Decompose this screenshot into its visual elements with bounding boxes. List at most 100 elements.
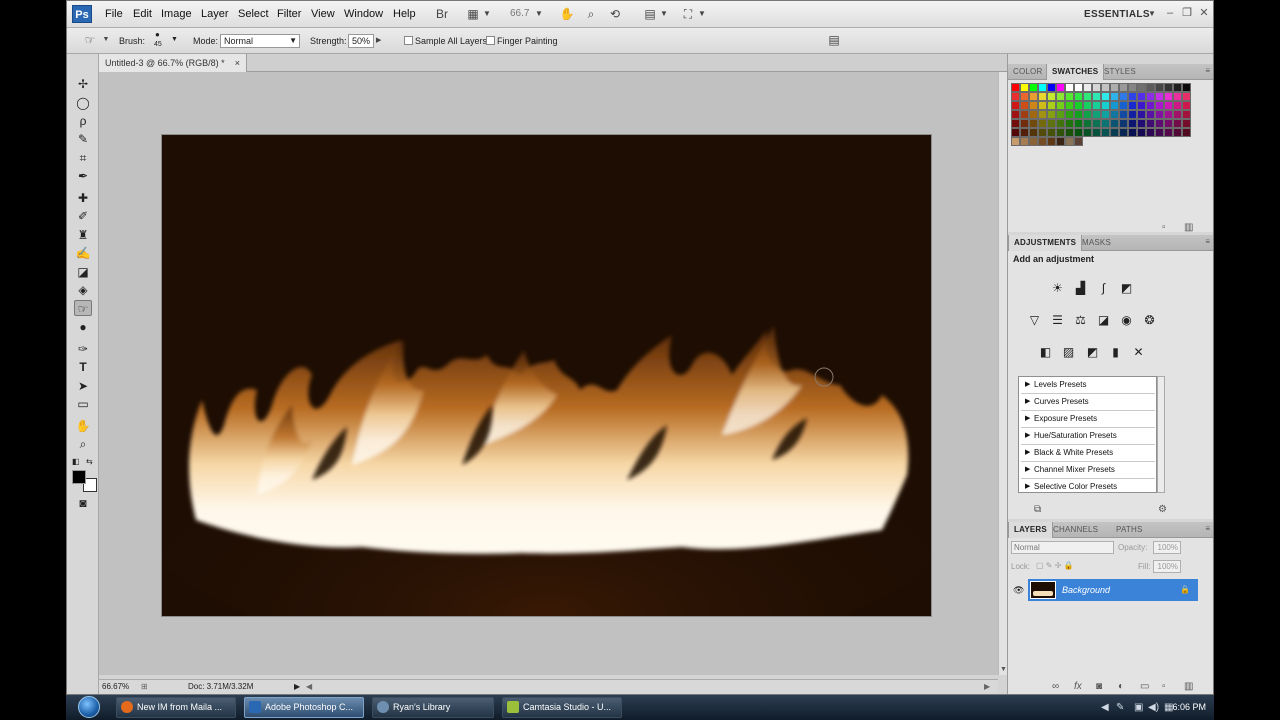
lasso-tool-icon[interactable]: ρ: [74, 113, 92, 129]
quick-mask-icon[interactable]: ◙: [74, 495, 92, 511]
foreground-color-swatch[interactable]: [72, 470, 86, 484]
menu-layer[interactable]: Layer: [201, 8, 229, 20]
chevron-down-icon[interactable]: ▼: [655, 6, 673, 22]
marquee-tool-icon[interactable]: ◯: [74, 95, 92, 111]
color-swatch[interactable]: [1065, 92, 1074, 101]
color-swatch[interactable]: [1065, 119, 1074, 128]
color-swatch[interactable]: [1065, 110, 1074, 119]
color-swatch[interactable]: [1047, 92, 1056, 101]
status-zoom[interactable]: 66.67%: [102, 680, 129, 694]
color-swatch[interactable]: [1074, 128, 1083, 137]
color-swatch[interactable]: [1074, 101, 1083, 110]
color-swatch[interactable]: [1029, 110, 1038, 119]
adjustment-options-icon[interactable]: ⚙: [1158, 504, 1167, 515]
expand-arrow-icon[interactable]: ▶: [1025, 462, 1030, 478]
list-item[interactable]: ▶ Channel Mixer Presets: [1021, 462, 1155, 479]
taskbar-item-photoshop[interactable]: Adobe Photoshop C...: [244, 697, 364, 718]
taskbar-item-library[interactable]: Ryan's Library: [372, 697, 494, 718]
color-swatch[interactable]: [1011, 128, 1020, 137]
color-balance-icon[interactable]: ⚖: [1072, 312, 1089, 329]
taskbar-item-camtasia[interactable]: Camtasia Studio - U...: [502, 697, 622, 718]
color-swatch[interactable]: [1137, 92, 1146, 101]
presets-scrollbar[interactable]: [1157, 376, 1165, 493]
color-swatch[interactable]: [1128, 83, 1137, 92]
restore-icon[interactable]: ❐: [1180, 6, 1194, 20]
color-swatch[interactable]: [1155, 119, 1164, 128]
tab-paths[interactable]: PATHS: [1111, 522, 1147, 538]
color-swatch[interactable]: [1074, 110, 1083, 119]
new-swatch-icon[interactable]: ▫: [1162, 222, 1166, 233]
color-swatch[interactable]: [1092, 83, 1101, 92]
move-tool-icon[interactable]: ✢: [74, 76, 92, 92]
network-icon[interactable]: ▣: [1134, 702, 1143, 713]
color-swatch[interactable]: [1083, 83, 1092, 92]
color-swatch[interactable]: [1137, 119, 1146, 128]
layer-row-background[interactable]: Background 🔒: [1028, 579, 1198, 601]
document-tab[interactable]: Untitled-3 @ 66.7% (RGB/8) * ×: [99, 54, 247, 72]
color-swatch[interactable]: [1182, 110, 1191, 119]
color-swatch[interactable]: [1164, 110, 1173, 119]
chevron-down-icon[interactable]: ▼: [1143, 6, 1161, 22]
tab-adjustments[interactable]: ADJUSTMENTS: [1008, 235, 1083, 251]
document-canvas[interactable]: [162, 135, 931, 616]
color-swatch[interactable]: [1101, 92, 1110, 101]
color-swatch[interactable]: [1182, 128, 1191, 137]
color-swatch[interactable]: [1083, 128, 1092, 137]
color-swatch[interactable]: [1074, 92, 1083, 101]
invert-icon[interactable]: ◧: [1037, 344, 1054, 361]
color-swatch[interactable]: [1056, 119, 1065, 128]
color-swatch[interactable]: [1182, 119, 1191, 128]
color-swatch[interactable]: [1092, 119, 1101, 128]
canvas-area[interactable]: [99, 72, 998, 675]
color-swatch[interactable]: [1020, 83, 1029, 92]
color-swatch[interactable]: [1083, 101, 1092, 110]
color-swatch[interactable]: [1074, 119, 1083, 128]
status-info-icon[interactable]: ⊞: [141, 680, 148, 694]
scroll-down-icon[interactable]: ▼: [1000, 666, 1007, 673]
color-swatch[interactable]: [1164, 83, 1173, 92]
color-swatch[interactable]: [1038, 119, 1047, 128]
list-item[interactable]: ▶ Exposure Presets: [1021, 411, 1155, 428]
quick-selection-tool-icon[interactable]: ✎: [74, 131, 92, 147]
color-swatch[interactable]: [1092, 128, 1101, 137]
menu-image[interactable]: Image: [161, 8, 192, 20]
mode-select[interactable]: Normal ▼: [220, 34, 300, 48]
color-swatch[interactable]: [1137, 110, 1146, 119]
color-swatch[interactable]: [1155, 83, 1164, 92]
posterize-icon[interactable]: ▨: [1060, 344, 1077, 361]
shape-tool-icon[interactable]: ▭: [74, 396, 92, 412]
finger-painting-checkbox[interactable]: [486, 36, 495, 45]
list-item[interactable]: ▶ Levels Presets: [1021, 377, 1155, 394]
color-swatch[interactable]: [1119, 92, 1128, 101]
color-swatch[interactable]: [1038, 83, 1047, 92]
tab-channels[interactable]: CHANNELS: [1048, 522, 1103, 538]
color-swatch[interactable]: [1029, 128, 1038, 137]
color-swatch[interactable]: [1038, 92, 1047, 101]
tab-styles[interactable]: STYLES: [1099, 64, 1141, 80]
color-swatch[interactable]: [1119, 83, 1128, 92]
color-swatch[interactable]: [1110, 128, 1119, 137]
color-swatch[interactable]: [1146, 92, 1155, 101]
color-swatch[interactable]: [1110, 110, 1119, 119]
color-swatch[interactable]: [1128, 92, 1137, 101]
color-swatch[interactable]: [1182, 83, 1191, 92]
expand-arrow-icon[interactable]: ▶: [1025, 428, 1030, 444]
color-swatch[interactable]: [1173, 128, 1182, 137]
menu-view[interactable]: View: [311, 8, 335, 20]
color-swatch[interactable]: [1065, 128, 1074, 137]
eyedropper-tool-icon[interactable]: ✒: [74, 168, 92, 184]
color-swatch[interactable]: [1029, 137, 1038, 146]
color-swatch[interactable]: [1101, 101, 1110, 110]
color-swatch[interactable]: [1155, 128, 1164, 137]
color-swatch[interactable]: [1065, 137, 1074, 146]
color-swatch[interactable]: [1047, 110, 1056, 119]
gradient-map-icon[interactable]: ▮: [1107, 344, 1124, 361]
photo-filter-icon[interactable]: ◉: [1118, 312, 1135, 329]
color-swatch[interactable]: [1110, 119, 1119, 128]
color-swatch[interactable]: [1056, 137, 1065, 146]
panel-toggle-icon[interactable]: ▤: [825, 32, 843, 48]
color-swatch[interactable]: [1047, 119, 1056, 128]
menu-window[interactable]: Window: [344, 8, 383, 20]
color-swatch[interactable]: [1146, 83, 1155, 92]
expand-arrow-icon[interactable]: ▶: [1025, 377, 1030, 393]
